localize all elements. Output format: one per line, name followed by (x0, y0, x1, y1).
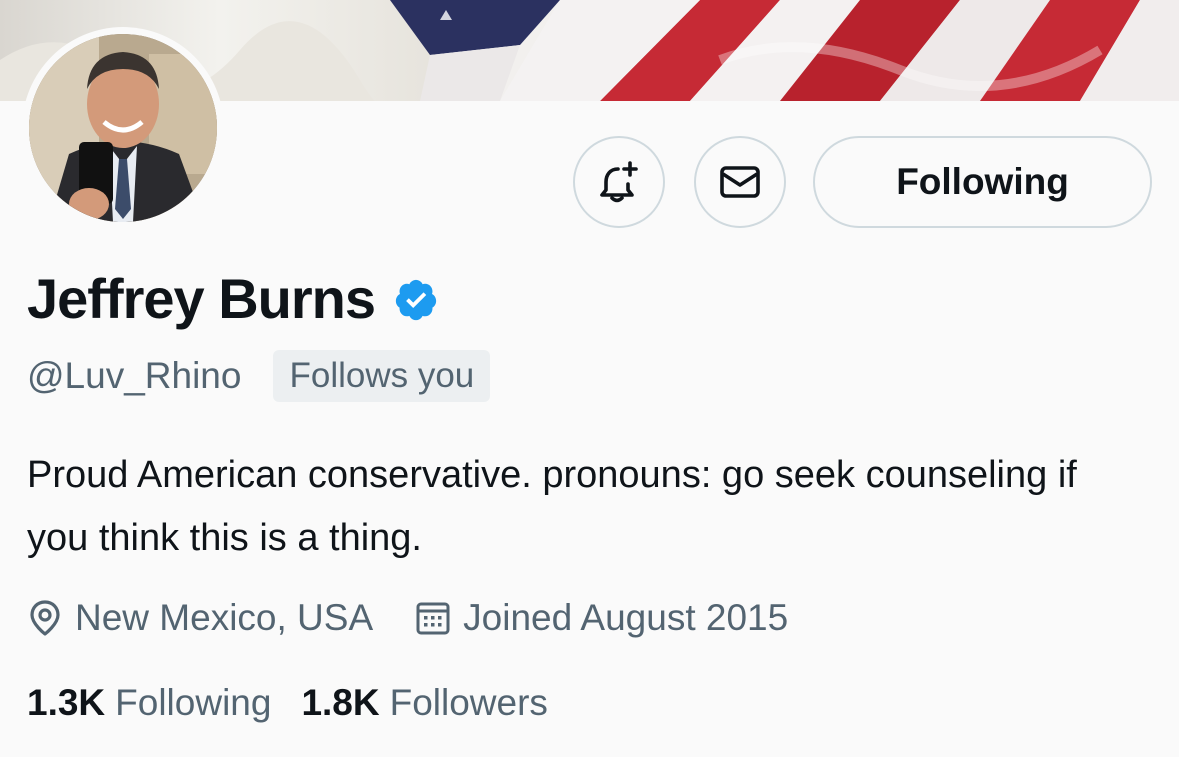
followers-count: 1.8K (301, 682, 380, 723)
avatar[interactable] (29, 34, 217, 222)
profile-meta: New Mexico, USA Joined August 2015 (27, 592, 788, 644)
following-button-label: Following (896, 161, 1069, 202)
following-button[interactable]: Following (813, 136, 1152, 228)
message-button[interactable] (694, 136, 786, 228)
follows-you-badge: Follows you (273, 350, 491, 402)
envelope-icon (720, 166, 760, 198)
notifications-button[interactable] (573, 136, 665, 228)
verified-badge-icon[interactable] (393, 277, 439, 323)
followers-label: Followers (389, 682, 548, 723)
handle-row: @Luv_Rhino Follows you (27, 350, 491, 402)
bell-plus-icon (600, 161, 638, 203)
join-date-text: Joined August 2015 (463, 597, 789, 638)
profile-bio: Proud American conservative. pronouns: g… (27, 454, 1077, 559)
following-count-link[interactable]: 1.3K Following (27, 682, 271, 724)
join-date: Joined August 2015 (415, 597, 788, 639)
location-pin-icon (30, 600, 60, 636)
name-row: Jeffrey Burns (27, 262, 439, 334)
follow-stats: 1.3K Following 1.8K Followers (27, 678, 548, 728)
following-label: Following (115, 682, 272, 723)
username-handle: @Luv_Rhino (27, 355, 242, 396)
location-text: New Mexico, USA (75, 597, 374, 638)
display-name: Jeffrey Burns (27, 266, 376, 330)
location: New Mexico, USA (27, 597, 373, 639)
followers-count-link[interactable]: 1.8K Followers (301, 682, 547, 724)
calendar-icon (416, 602, 450, 635)
following-count: 1.3K (27, 682, 106, 723)
profile-page: Following Jeffrey Burns @Luv_Rhino Follo… (0, 0, 1179, 757)
